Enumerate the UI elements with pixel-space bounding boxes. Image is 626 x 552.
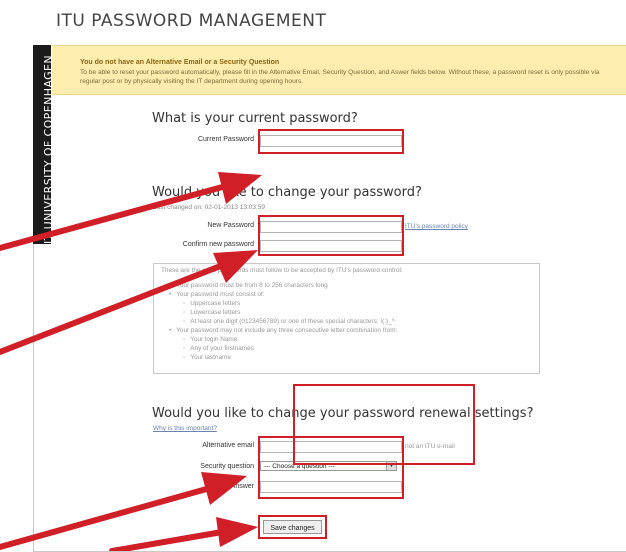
- annotation-arrow-1: [0, 172, 262, 251]
- annotation-arrow-4: [109, 517, 258, 551]
- annotation-arrows: [0, 172, 262, 551]
- annotation-arrow-2: [0, 250, 258, 355]
